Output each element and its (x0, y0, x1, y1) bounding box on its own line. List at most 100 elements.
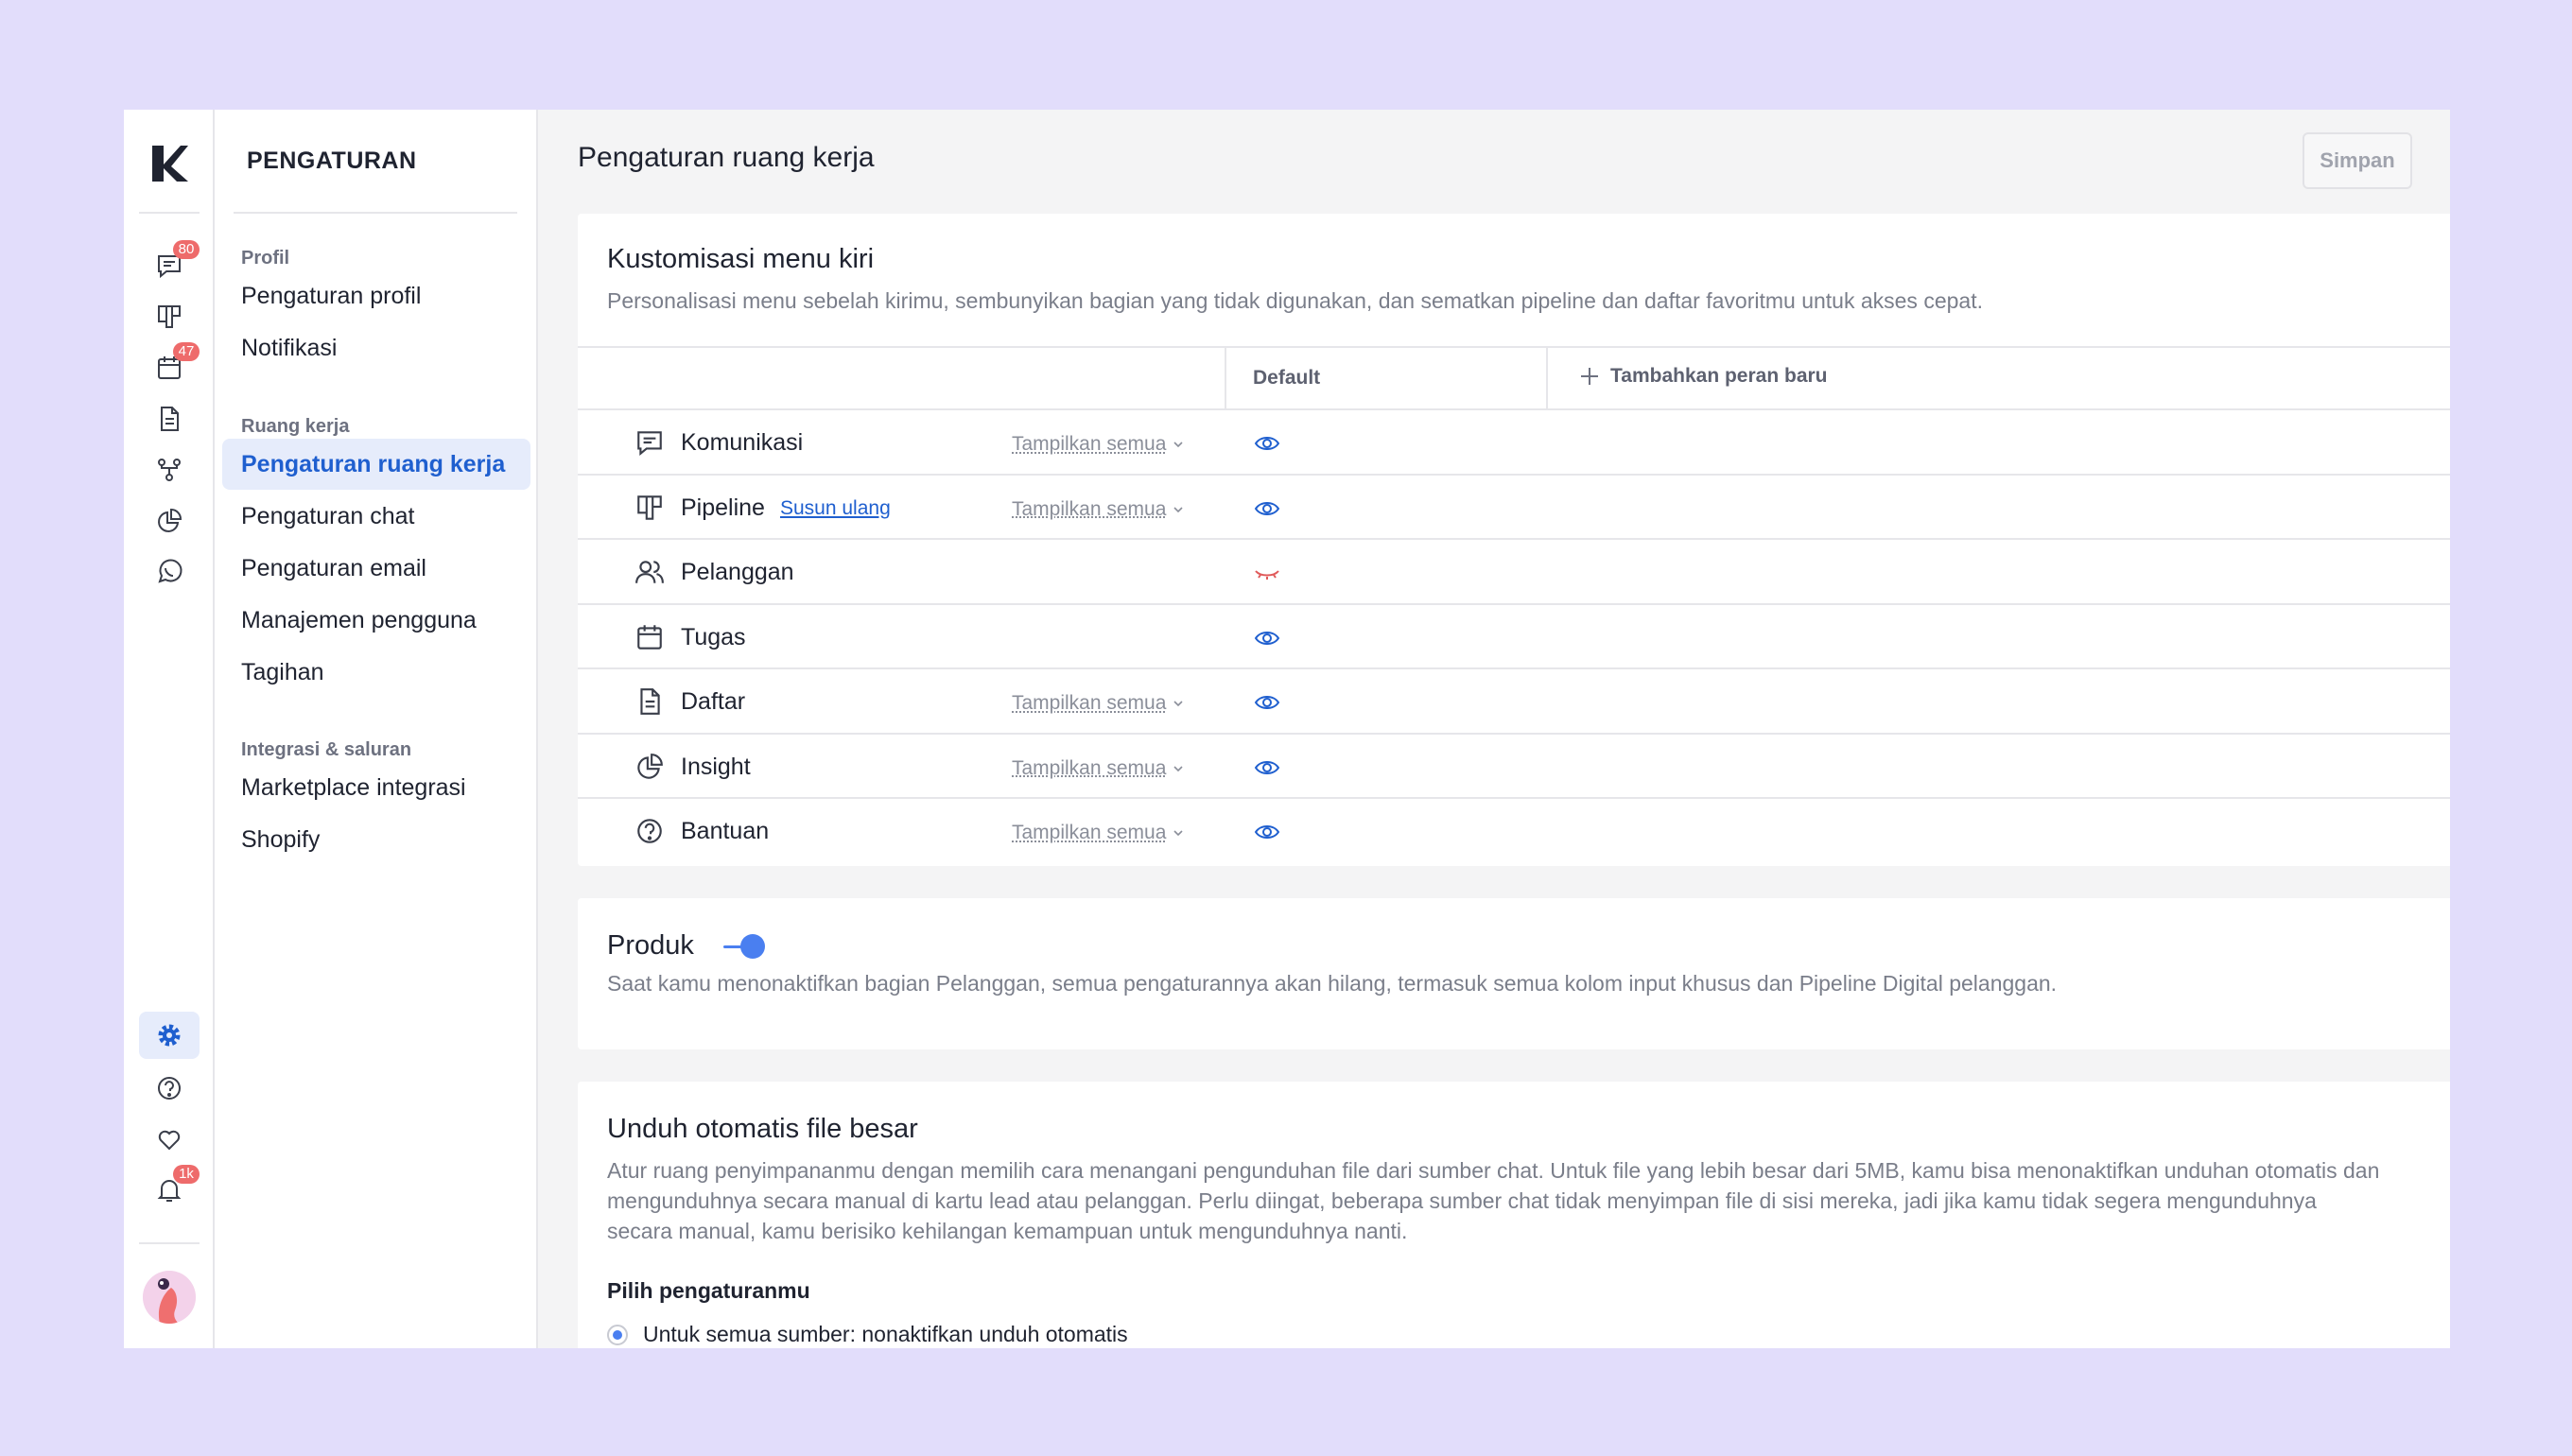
download-card-description: Atur ruang penyimpananmu dengan memilih … (607, 1158, 2380, 1243)
row-label: Tugas (681, 623, 746, 650)
eye-icon[interactable] (1253, 429, 1281, 458)
chat-badge: 80 (173, 240, 200, 259)
document-icon (161, 407, 179, 431)
auto-download-card: Unduh otomatis file besar Atur ruang pen… (578, 1082, 2450, 1348)
nav-item-profile-settings[interactable]: Pengaturan profil (222, 270, 530, 321)
eye-icon[interactable] (1253, 624, 1281, 652)
chevron-down-icon (1173, 701, 1183, 707)
download-option-1[interactable]: Untuk semua sumber: nonaktifkan unduh ot… (607, 1322, 1128, 1347)
reorder-link[interactable]: Susun ulang (780, 497, 891, 520)
flow-icon (158, 459, 181, 481)
add-role-button[interactable]: Tambahkan peran baru (1578, 365, 1828, 388)
column-default: Default (1253, 367, 1321, 389)
nav-item-notifications[interactable]: Notifikasi (222, 322, 530, 373)
rail-settings-button[interactable] (139, 1012, 200, 1059)
eye-icon[interactable] (1253, 818, 1281, 846)
radio-button[interactable] (607, 1324, 628, 1345)
select-value: Tampilkan semua (1012, 692, 1167, 714)
nav-item-marketplace[interactable]: Marketplace integrasi (222, 762, 530, 813)
rail-flows-button[interactable] (139, 446, 200, 494)
pipeline-icon (637, 494, 662, 520)
menu-card-description: Personalisasi menu sebelah kirimu, sembu… (607, 288, 1983, 313)
menu-card-title: Kustomisasi menu kiri (607, 244, 875, 274)
chevron-down-icon (1173, 442, 1183, 448)
menu-row-tugas: Tugas (578, 605, 2450, 669)
user-avatar[interactable] (143, 1271, 196, 1324)
rail-favorites-button[interactable] (139, 1116, 200, 1163)
rail-whatsapp-button[interactable] (139, 548, 200, 596)
row-label: Daftar (681, 688, 746, 715)
add-role-label: Tambahkan peran baru (1610, 365, 1828, 387)
chevron-down-icon (1173, 830, 1183, 837)
help-icon (637, 819, 662, 843)
help-icon (158, 1077, 181, 1100)
chat-icon (637, 431, 662, 457)
document-icon (640, 688, 660, 715)
pipeline-icon (158, 305, 181, 328)
row-label: Pelanggan (681, 559, 794, 585)
menu-row-bantuan: Bantuan Tampilkan semua (578, 799, 2450, 864)
menu-row-komunikasi: Komunikasi Tampilkan semua (578, 410, 2450, 476)
rail-chat-button[interactable]: 80 (139, 240, 200, 289)
main-content: Pengaturan ruang kerja Simpan Kustomisas… (538, 110, 2450, 1348)
visibility-select[interactable]: Tampilkan semua (1012, 692, 1185, 715)
nav-item-billing[interactable]: Tagihan (222, 647, 530, 698)
rail-notifications-button[interactable]: 1k (139, 1165, 200, 1214)
download-settings-heading: Pilih pengaturanmu (607, 1278, 810, 1303)
notifications-badge: 1k (173, 1165, 200, 1184)
calendar-icon (637, 624, 662, 650)
nav-item-email-settings[interactable]: Pengaturan email (222, 543, 530, 594)
row-label: Pipeline (681, 494, 765, 521)
nav-item-user-management[interactable]: Manajemen pengguna (222, 595, 530, 646)
nav-group-integrations: Integrasi & saluran (241, 739, 412, 760)
rail-insight-button[interactable] (139, 497, 200, 545)
menu-table: Default Tambahkan peran baru Komunikasi … (578, 346, 2450, 864)
rail-tasks-button[interactable]: 47 (139, 342, 200, 391)
menu-row-pelanggan: Pelanggan (578, 540, 2450, 605)
menu-row-pipeline: Pipeline Susun ulang Tampilkan semua (578, 476, 2450, 540)
page-title: Pengaturan ruang kerja (578, 142, 875, 173)
option-label: Untuk semua sumber: nonaktifkan unduh ot… (643, 1322, 1128, 1346)
nav-item-workspace-settings[interactable]: Pengaturan ruang kerja (222, 439, 530, 490)
settings-nav-title: PENGATURAN (247, 147, 417, 174)
eye-closed-icon[interactable] (1253, 559, 1281, 587)
settings-nav-divider (234, 212, 517, 214)
rail-pipeline-button[interactable] (139, 293, 200, 340)
row-label: Komunikasi (681, 429, 804, 456)
whatsapp-icon (158, 559, 182, 583)
visibility-select[interactable]: Tampilkan semua (1012, 822, 1185, 844)
product-card-description: Saat kamu menonaktifkan bagian Pelanggan… (607, 971, 2058, 996)
heart-icon (158, 1130, 181, 1151)
eye-icon[interactable] (1253, 494, 1281, 523)
rail-lists-button[interactable] (139, 395, 200, 442)
column-divider (1225, 348, 1226, 410)
nav-item-shopify[interactable]: Shopify (222, 814, 530, 865)
menu-row-daftar: Daftar Tampilkan semua (578, 669, 2450, 735)
pie-chart-icon (158, 508, 182, 532)
product-card-title: Produk (607, 930, 694, 961)
menu-table-header: Default Tambahkan peran baru (578, 348, 2450, 410)
chevron-down-icon (1173, 765, 1183, 771)
tasks-badge: 47 (173, 342, 200, 361)
product-toggle[interactable] (723, 934, 767, 961)
icon-rail: 80 47 1k (124, 110, 215, 1348)
visibility-select[interactable]: Tampilkan semua (1012, 498, 1185, 521)
app-window: 80 47 1k PENGATURAN Profil Pengaturan pr… (124, 110, 2450, 1348)
nav-item-chat-settings[interactable]: Pengaturan chat (222, 491, 530, 542)
visibility-select[interactable]: Tampilkan semua (1012, 433, 1185, 456)
rail-divider (139, 1242, 200, 1244)
product-card: Produk Saat kamu menonaktifkan bagian Pe… (578, 898, 2450, 1049)
users-icon (635, 561, 664, 583)
nav-group-workspace: Ruang kerja (241, 416, 350, 437)
avatar-image (143, 1271, 196, 1324)
eye-icon[interactable] (1253, 688, 1281, 717)
rail-help-button[interactable] (139, 1065, 200, 1112)
chevron-down-icon (1173, 506, 1183, 512)
eye-icon[interactable] (1253, 754, 1281, 782)
save-button[interactable]: Simpan (2303, 132, 2412, 189)
select-value: Tampilkan semua (1012, 497, 1167, 520)
select-value: Tampilkan semua (1012, 822, 1167, 843)
settings-nav: PENGATURAN Profil Pengaturan profil Noti… (215, 110, 538, 1348)
app-logo[interactable] (148, 142, 190, 185)
visibility-select[interactable]: Tampilkan semua (1012, 757, 1185, 780)
